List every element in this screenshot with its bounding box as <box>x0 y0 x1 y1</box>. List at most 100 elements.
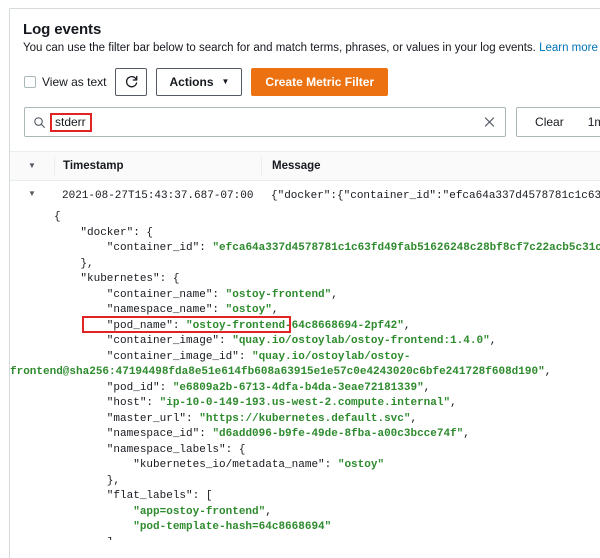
log-events-table: ▼ Timestamp Message ▼ 2021-08-27T15:43:3… <box>10 151 600 540</box>
json-string-value: "d6add096-b9fe-49de-8fba-a00c3bcce74f" <box>212 428 463 440</box>
json-line: "container_image_id": "quay.io/ostoylab/… <box>54 350 600 366</box>
json-key: , <box>410 413 417 425</box>
json-string-value: "quay.io/ostoylab/ostoy-frontend:1.4.0" <box>232 335 489 347</box>
timestamp-column-label: Timestamp <box>63 160 124 172</box>
json-key: , <box>424 382 431 394</box>
json-key: , <box>265 506 272 518</box>
search-icon <box>33 116 46 129</box>
json-key: , <box>404 320 411 332</box>
table-header-expand-cell[interactable]: ▼ <box>10 162 54 170</box>
log-events-screen: Log events You can use the filter bar be… <box>0 0 600 558</box>
chevron-down-icon[interactable]: ▼ <box>28 190 36 198</box>
json-key: , <box>545 366 552 378</box>
json-line: "master_url": "https://kubernetes.defaul… <box>54 412 600 428</box>
page-title: Log events <box>23 21 600 38</box>
time-range-label[interactable]: 1m <box>578 115 600 129</box>
table-row[interactable]: ▼ 2021-08-27T15:43:37.687-07:00 {"docker… <box>10 181 600 208</box>
learn-more-link[interactable]: Learn more about fil <box>539 42 600 54</box>
json-key: "container_image_id": <box>54 351 252 363</box>
log-events-panel: Log events You can use the filter bar be… <box>9 8 600 558</box>
table-header-timestamp[interactable]: Timestamp <box>54 157 261 175</box>
clear-button[interactable]: Clear <box>517 115 578 129</box>
json-string-value: "pod-template-hash=64c8668694" <box>133 521 331 533</box>
json-line: "container_id": "efca64a337d4578781c1c63… <box>54 241 600 257</box>
json-line: "namespace_name": "ostoy", <box>54 303 600 319</box>
json-key: "kubernetes_io/metadata_name": <box>54 459 338 471</box>
json-string-value: "e6809a2b-6713-4dfa-b4da-3eae72181339" <box>173 382 424 394</box>
search-input[interactable]: stderr <box>24 107 506 137</box>
view-as-text-label: View as text <box>42 75 106 89</box>
json-line: frontend@sha256:47194498fda8e51e614fb608… <box>10 365 600 381</box>
json-string-value: "quay.io/ostoylab/ostoy- <box>252 351 410 363</box>
json-string-value: "app=ostoy-frontend" <box>133 506 265 518</box>
json-key: "namespace_labels": { <box>54 444 245 456</box>
json-string-value: "ip-10-0-149-193.us-west-2.compute.inter… <box>160 397 450 409</box>
json-key: , <box>450 397 457 409</box>
json-line: }, <box>54 474 600 490</box>
json-key: { <box>54 211 61 223</box>
json-key: }, <box>54 258 94 270</box>
json-line: "host": "ip-10-0-149-193.us-west-2.compu… <box>54 396 600 412</box>
refresh-icon <box>124 74 139 91</box>
json-line: "flat_labels": [ <box>54 489 600 505</box>
json-key: "host": <box>54 397 160 409</box>
json-line: "docker": { <box>54 226 600 242</box>
table-header-message[interactable]: Message <box>261 157 600 175</box>
json-key: "flat_labels": [ <box>54 490 212 502</box>
create-metric-filter-button[interactable]: Create Metric Filter <box>251 68 388 96</box>
json-key: }, <box>54 475 120 487</box>
close-icon[interactable] <box>483 116 496 129</box>
checkbox-icon[interactable] <box>24 76 36 88</box>
json-line: "container_name": "ostoy-frontend", <box>54 288 600 304</box>
search-input-value[interactable]: stderr <box>50 113 92 132</box>
json-line: "pod_name": "ostoy-frontend-64c8668694-2… <box>54 319 600 335</box>
json-key: "container_id": <box>54 242 212 254</box>
json-key: , <box>490 335 497 347</box>
message-column-label: Message <box>272 160 321 172</box>
json-string-value: "ostoy" <box>338 459 384 471</box>
json-key: "container_name": <box>54 289 226 301</box>
json-line: "pod-template-hash=64c8668694" <box>54 520 600 536</box>
panel-header: Log events You can use the filter bar be… <box>10 9 600 55</box>
view-as-text-toggle[interactable]: View as text <box>24 75 106 89</box>
json-line: "pod_id": "e6809a2b-6713-4dfa-b4da-3eae7… <box>54 381 600 397</box>
time-range-control[interactable]: Clear 1m <box>516 107 600 137</box>
table-header-row: ▼ Timestamp Message <box>10 151 600 181</box>
json-key: , <box>463 428 470 440</box>
row-expand-toggle[interactable]: ▼ <box>10 190 54 198</box>
json-line: ] <box>54 536 600 541</box>
json-line: "namespace_labels": { <box>54 443 600 459</box>
refresh-button[interactable] <box>115 68 147 96</box>
json-line: "container_image": "quay.io/ostoylab/ost… <box>54 334 600 350</box>
json-key: "namespace_id": <box>54 428 212 440</box>
json-line: "kubernetes": { <box>54 272 600 288</box>
json-key: "kubernetes": { <box>54 273 179 285</box>
json-line: }, <box>54 257 600 273</box>
json-key: "pod_id": <box>54 382 173 394</box>
json-key: "container_image": <box>54 335 232 347</box>
actions-button[interactable]: Actions ▼ <box>156 68 242 96</box>
json-key: "docker": { <box>54 227 153 239</box>
json-key: ] <box>54 537 113 541</box>
chevron-down-icon[interactable]: ▼ <box>28 162 36 170</box>
json-key: "namespace_name": <box>54 304 226 316</box>
json-key: , <box>331 289 338 301</box>
toolbar: View as text Actions ▼ Create Metric Fil… <box>10 68 600 96</box>
json-key <box>54 521 133 533</box>
json-line: "namespace_id": "d6add096-b9fe-49de-8fba… <box>54 427 600 443</box>
json-string-value: "https://kubernetes.default.svc" <box>199 413 410 425</box>
row-timestamp: 2021-08-27T15:43:37.687-07:00 <box>54 190 261 202</box>
create-metric-filter-label: Create Metric Filter <box>265 76 374 88</box>
json-string-value: "efca64a337d4578781c1c63fd49fab51626248c… <box>212 242 600 254</box>
json-string-value: frontend@sha256:47194498fda8e51e614fb608… <box>10 366 545 378</box>
json-key: , <box>272 304 279 316</box>
row-message-preview: {"docker":{"container_id":"efca64a337d45… <box>261 190 600 202</box>
json-string-value: "ostoy-frontend-64c8668694-2pf42" <box>186 320 404 332</box>
expanded-json-detail: { "docker": { "container_id": "efca64a33… <box>10 210 600 540</box>
json-line: "app=ostoy-frontend", <box>54 505 600 521</box>
json-line: { <box>54 210 600 226</box>
chevron-down-icon: ▼ <box>222 78 230 86</box>
json-key <box>54 506 133 518</box>
actions-label: Actions <box>169 76 213 88</box>
page-description: You can use the filter bar below to sear… <box>23 41 600 55</box>
